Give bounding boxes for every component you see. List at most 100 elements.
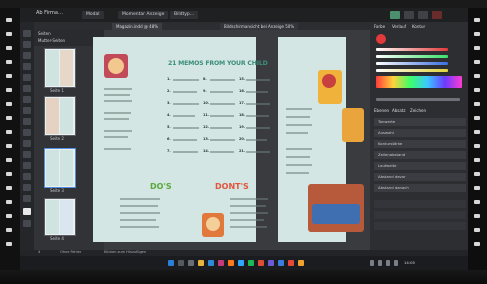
film-hole xyxy=(6,18,12,22)
acrobat-icon[interactable] xyxy=(288,260,294,266)
page-thumbnail[interactable] xyxy=(44,48,76,88)
mail-icon[interactable] xyxy=(278,260,284,266)
line-tool-icon[interactable] xyxy=(23,74,31,81)
pencil-tool-icon[interactable] xyxy=(23,96,31,103)
color-slider[interactable] xyxy=(376,48,448,51)
color-slider[interactable] xyxy=(376,69,448,72)
chrome-icon[interactable] xyxy=(258,260,264,266)
volume-icon[interactable] xyxy=(386,260,390,266)
teams-icon[interactable] xyxy=(268,260,274,266)
edge-icon[interactable] xyxy=(208,260,214,266)
panel-row-empty[interactable] xyxy=(374,211,466,219)
gradient-tool-icon[interactable] xyxy=(23,151,31,158)
type-tool-icon[interactable] xyxy=(23,63,31,70)
thumb-label: Seite 3 xyxy=(50,188,64,193)
color-slider[interactable] xyxy=(376,62,448,65)
panel-row[interactable]: Laufweite xyxy=(374,162,466,170)
menu-tab-modal[interactable]: Modal xyxy=(82,11,104,19)
start-icon[interactable] xyxy=(168,260,174,266)
memo-number: 3. xyxy=(167,101,171,105)
search-icon[interactable] xyxy=(178,260,184,266)
sync-icon[interactable] xyxy=(390,11,400,19)
film-hole xyxy=(474,172,480,176)
battery-icon[interactable] xyxy=(394,260,398,266)
photoshop-icon[interactable] xyxy=(238,260,244,266)
rectangle-frame-tool-icon[interactable] xyxy=(23,107,31,114)
memo-number: 13. xyxy=(203,137,210,141)
menu-tab-bildtyp[interactable]: Bildtyp… xyxy=(170,11,199,19)
view-mode-icon[interactable] xyxy=(23,220,31,227)
illustrator-icon[interactable] xyxy=(228,260,234,266)
eyedropper-tool-icon[interactable] xyxy=(23,173,31,180)
taskbar-clock[interactable]: 14:05 xyxy=(404,260,415,265)
document-tab-active[interactable]: Magazin.indd @ 48% xyxy=(112,23,163,30)
memo-number: 7. xyxy=(167,149,171,153)
color-spectrum[interactable] xyxy=(376,76,462,88)
fill-swatch-icon[interactable] xyxy=(23,208,31,215)
page-indicator[interactable]: 4 xyxy=(38,250,40,254)
paragraph-tab[interactable]: Absatz xyxy=(392,108,405,113)
gradient-panel-tab[interactable]: Verlauf xyxy=(392,24,406,29)
page-thumbnail[interactable] xyxy=(44,96,76,136)
panel-row[interactable]: Zeilenabstand xyxy=(374,151,466,159)
menu-tab-anzeige[interactable]: Momentar Anzeige xyxy=(118,11,169,19)
transform-tool-icon[interactable] xyxy=(23,140,31,147)
thumb-page xyxy=(46,200,59,234)
layers-tab[interactable]: Ebenen xyxy=(374,108,389,113)
spread-headline: 21 MEMOS FROM YOUR CHILD xyxy=(168,60,268,67)
direct-select-tool-icon[interactable] xyxy=(23,41,31,48)
photo-stage: Ab Firma… Modal Momentar Anzeige Bildtyp… xyxy=(0,0,487,284)
spotify-icon[interactable] xyxy=(248,260,254,266)
panel-row[interactable]: Konturstärke xyxy=(374,140,466,148)
wifi-icon[interactable] xyxy=(378,260,382,266)
selection-tool-icon[interactable] xyxy=(23,30,31,37)
hand-tool-icon[interactable] xyxy=(23,184,31,191)
panel-row[interactable]: Abstand danach xyxy=(374,184,466,192)
master-pages-label[interactable]: Mutter-Seiten xyxy=(38,38,65,43)
page-thumbnail-selected[interactable] xyxy=(44,148,76,188)
close-icon[interactable] xyxy=(432,11,442,19)
file-explorer-icon[interactable] xyxy=(198,260,204,266)
pen-tool-icon[interactable] xyxy=(23,85,31,92)
panel-row-empty[interactable] xyxy=(374,222,466,230)
stroke-panel-tab[interactable]: Kontur xyxy=(412,24,425,29)
panel-row[interactable]: Abstand davor xyxy=(374,173,466,181)
indesign-icon[interactable] xyxy=(218,260,224,266)
panel-row[interactable]: Tonwerte xyxy=(374,118,466,126)
body-text-line xyxy=(286,164,312,166)
tray-chevron-icon[interactable] xyxy=(370,260,374,266)
task-view-icon[interactable] xyxy=(188,260,194,266)
zoom-tool-icon[interactable] xyxy=(23,195,31,202)
film-hole xyxy=(6,186,12,190)
thumb-label: Seite 1 xyxy=(50,88,64,93)
body-text-line xyxy=(246,127,270,129)
panel-row-empty[interactable] xyxy=(374,200,466,208)
tint-slider[interactable] xyxy=(376,98,460,101)
panel-row[interactable]: Auswahl xyxy=(374,129,466,137)
film-hole xyxy=(6,228,12,232)
minimize-icon[interactable] xyxy=(404,11,414,19)
color-panel-tab[interactable]: Farbe xyxy=(374,24,385,29)
body-text-line xyxy=(120,212,160,214)
memo-number: 1. xyxy=(167,77,171,81)
film-hole xyxy=(6,102,12,106)
maximize-icon[interactable] xyxy=(418,11,428,19)
body-text-line xyxy=(286,132,308,134)
child-face-illustration xyxy=(322,74,336,88)
scissors-tool-icon[interactable] xyxy=(23,129,31,136)
note-tool-icon[interactable] xyxy=(23,162,31,169)
document-tab-view[interactable]: Bildschirmansicht bei Anzeige 50% xyxy=(220,23,299,30)
rectangle-tool-icon[interactable] xyxy=(23,118,31,125)
app-icon[interactable] xyxy=(298,260,304,266)
preflight-status[interactable]: Ohne Fehler xyxy=(60,250,81,254)
color-slider[interactable] xyxy=(376,55,448,58)
page-tool-icon[interactable] xyxy=(23,52,31,59)
memo-number: 6. xyxy=(167,137,171,141)
page-thumbnail[interactable] xyxy=(44,198,76,236)
film-hole xyxy=(474,186,480,190)
fill-color-icon[interactable] xyxy=(376,34,386,44)
child-face-illustration xyxy=(108,58,124,74)
character-tab[interactable]: Zeichen xyxy=(410,108,426,113)
memo-number: 16. xyxy=(239,89,246,93)
monitor-bezel-bottom xyxy=(0,270,487,284)
